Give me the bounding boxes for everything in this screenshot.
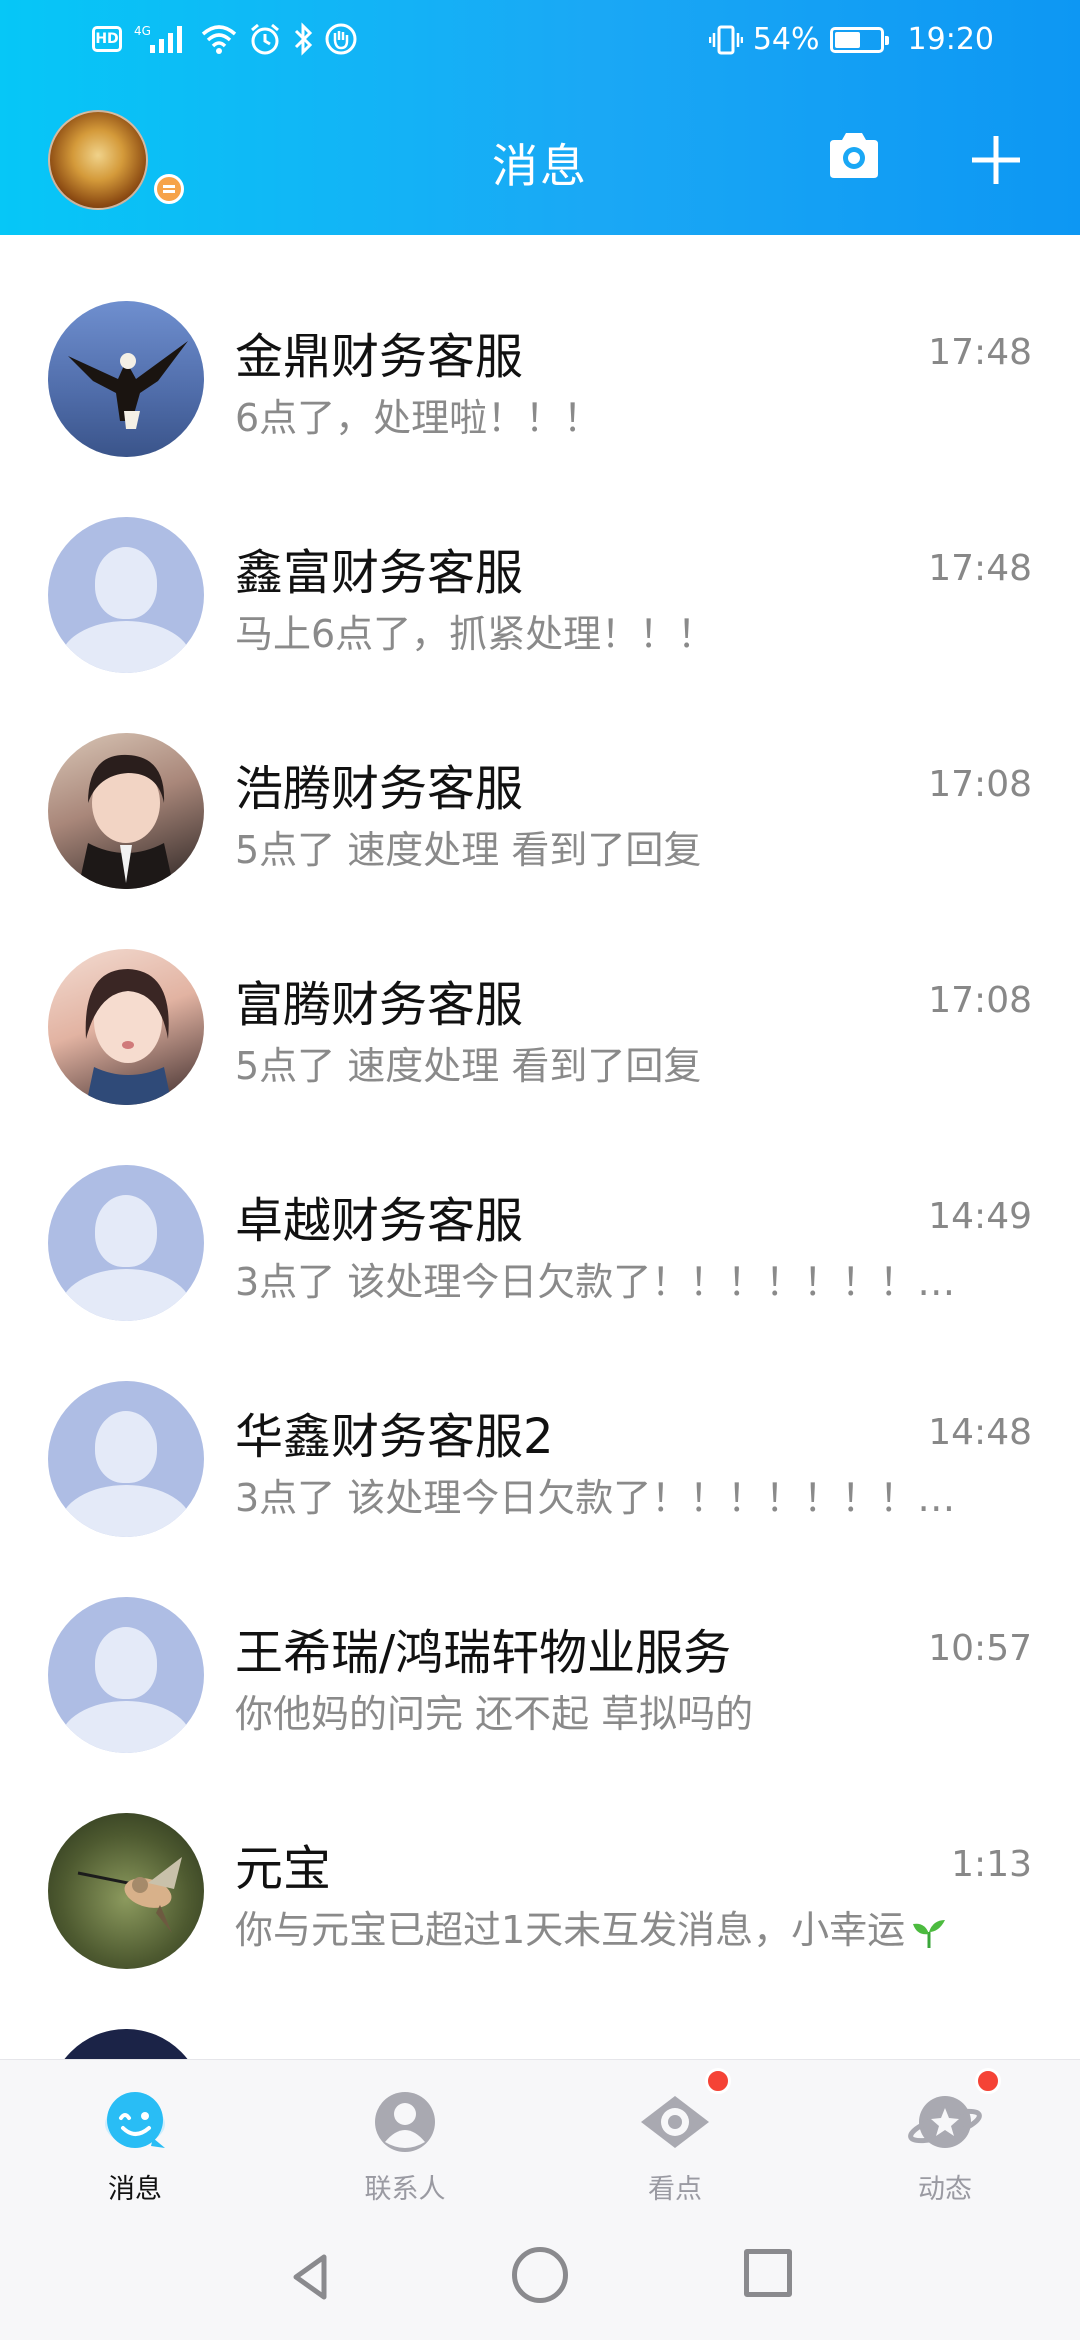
vibrate-icon (708, 25, 743, 54)
hd-icon: HD (92, 26, 122, 52)
message-preview: 马上6点了，抓紧处理！！！ (235, 612, 716, 656)
tab-label: 动态 (918, 2174, 972, 2205)
planet-icon (908, 2096, 982, 2148)
clock: 19:20 (907, 22, 994, 57)
conversation-row[interactable]: 金鼎财务客服 17:48 6点了，处理啦！！！ (0, 235, 1080, 457)
message-time: 14:49 (928, 1196, 1032, 1237)
tab-label: 联系人 (364, 2174, 446, 2205)
app-header: HD 4G 54% 19:20 消息 (0, 0, 1080, 235)
tab-messages[interactable]: 消息 (35, 2060, 235, 2220)
message-time: 14:48 (928, 1412, 1032, 1453)
message-time: 17:48 (928, 332, 1032, 373)
plus-icon[interactable] (968, 132, 1024, 188)
contact-name: 富腾财务客服 (235, 977, 524, 1033)
battery-percent: 54% (752, 22, 820, 57)
eye-icon (641, 2096, 709, 2148)
sprout-icon (913, 1919, 946, 1948)
message-preview: 你他妈的问完 还不起 草拟吗的 (235, 1692, 754, 1736)
status-bar: HD 4G 54% 19:20 (0, 0, 1080, 85)
message-time: 17:48 (928, 548, 1032, 589)
avatar (48, 2029, 204, 2059)
avatar (48, 301, 204, 457)
conversation-row[interactable]: 卓越财务客服 14:49 3点了 该处理今日欠款了！！！！！！！！！ (0, 1099, 1080, 1321)
conversation-row[interactable]: 华鑫财务客服2 14:48 3点了 该处理今日欠款了！！！！！！！！！ (0, 1315, 1080, 1537)
tab-contacts[interactable]: 联系人 (305, 2060, 505, 2220)
notification-badge (975, 2068, 1001, 2094)
camera-icon[interactable] (826, 128, 882, 184)
contacts-icon (375, 2092, 435, 2152)
contact-name: 华鑫财务客服2 (235, 1409, 554, 1465)
message-preview: 5点了 速度处理 看到了回复 (235, 828, 702, 872)
home-icon[interactable] (512, 2247, 568, 2303)
chat-icon (105, 2092, 165, 2148)
tab-moments[interactable]: 动态 (845, 2060, 1045, 2220)
avatar (48, 1165, 204, 1321)
message-time: 17:08 (928, 764, 1032, 805)
hand-icon (325, 23, 357, 55)
conversation-row[interactable]: 鑫富财务客服 17:48 马上6点了，抓紧处理！！！ (0, 451, 1080, 673)
conversation-row[interactable]: 浩腾财务客服 17:08 5点了 速度处理 看到了回复 (0, 667, 1080, 889)
battery-icon (829, 26, 889, 53)
message-preview: 3点了 该处理今日欠款了！！！！！！！！！ (235, 1260, 980, 1304)
contact-name: 鑫富财务客服 (235, 545, 524, 601)
back-icon[interactable] (282, 2247, 342, 2307)
signal-icon: 4G (134, 24, 182, 53)
message-time: 10:57 (928, 1628, 1032, 1669)
message-preview-text: 你与元宝已超过1天未互发消息，小幸运 (235, 1908, 906, 1952)
conversation-row[interactable]: 王希瑞/鸿瑞轩物业服务 10:57 你他妈的问完 还不起 草拟吗的 (0, 1531, 1080, 1753)
notification-badge (705, 2068, 731, 2094)
contact-name: 元宝 (235, 1841, 332, 1897)
tab-label: 消息 (108, 2174, 162, 2205)
avatar (48, 517, 204, 673)
message-time: 17:08 (928, 980, 1032, 1021)
message-preview: 6点了，处理啦！！！ (235, 396, 602, 440)
avatar (48, 1597, 204, 1753)
avatar (48, 949, 204, 1105)
tab-label: 看点 (648, 2174, 702, 2205)
bluetooth-icon (294, 22, 313, 56)
recents-icon[interactable] (744, 2249, 792, 2297)
message-preview: 3点了 该处理今日欠款了！！！！！！！！！ (235, 1476, 980, 1520)
conversation-row[interactable]: 元宝 1:13 你与元宝已超过1天未互发消息，小幸运 (0, 1747, 1080, 1969)
conversation-list: 金鼎财务客服 17:48 6点了，处理啦！！！ 鑫富财务客服 17:48 马上6… (0, 235, 1080, 2059)
tab-watch[interactable]: 看点 (575, 2060, 775, 2220)
system-nav-bar (0, 2219, 1080, 2340)
bottom-tab-bar: 消息 联系人 看点 动态 (0, 2059, 1080, 2219)
avatar (48, 733, 204, 889)
conversation-row[interactable] (0, 1963, 1080, 2059)
status-left: HD 4G (92, 22, 358, 56)
message-time: 1:13 (951, 1844, 1032, 1885)
message-preview: 你与元宝已超过1天未互发消息，小幸运 (235, 1899, 995, 1954)
contact-name: 浩腾财务客服 (235, 761, 524, 817)
wifi-icon (201, 25, 237, 54)
message-preview: 5点了 速度处理 看到了回复 (235, 1044, 702, 1088)
avatar (48, 1381, 204, 1537)
contact-name: 金鼎财务客服 (235, 329, 524, 385)
avatar (48, 1813, 204, 1969)
page-title: 消息 (492, 139, 588, 193)
svg-text:4G: 4G (134, 24, 151, 38)
status-right: 54% 19:20 (708, 22, 994, 57)
alarm-icon (251, 23, 279, 55)
contact-name: 卓越财务客服 (235, 1193, 524, 1249)
contact-name: 王希瑞/鸿瑞轩物业服务 (235, 1625, 732, 1681)
conversation-row[interactable]: 富腾财务客服 17:08 5点了 速度处理 看到了回复 (0, 883, 1080, 1105)
